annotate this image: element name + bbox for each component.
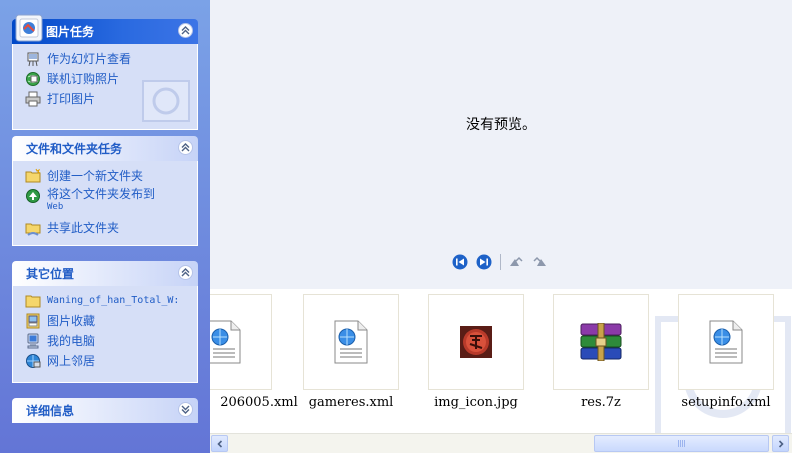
- task-pane: 图片任务 作为幻灯片查看 联机订购照片 打印图片 文件和文件夹任务 创建一个新文…: [0, 0, 210, 453]
- pictures-badge-icon: [15, 14, 43, 42]
- details-panel: 详细信息: [12, 398, 198, 423]
- task-share-folder[interactable]: 共享此文件夹: [25, 220, 197, 240]
- other-places-body: Waning_of_han_Total_W: 图片收藏 我的电脑 网上邻居: [12, 286, 198, 383]
- thumbnail-gameres-xml[interactable]: [303, 294, 399, 390]
- rotate-counterclockwise-icon[interactable]: [532, 254, 548, 270]
- picture-tasks-panel: 图片任务 作为幻灯片查看 联机订购照片 打印图片: [12, 14, 198, 130]
- xml-file-icon: [709, 320, 743, 364]
- task-label-line1: 将这个文件夹发布到: [47, 187, 156, 201]
- xml-file-icon: [334, 320, 368, 364]
- task-label: 共享此文件夹: [47, 221, 120, 235]
- network-places-icon: [26, 354, 41, 368]
- file-name: setupinfo.xml: [681, 395, 771, 410]
- collapse-chevron-icon[interactable]: [178, 140, 193, 155]
- new-folder-icon: [25, 168, 41, 183]
- collapse-chevron-icon[interactable]: [178, 265, 193, 280]
- toolbar-separator: [500, 254, 501, 270]
- task-label: 作为幻灯片查看: [47, 52, 132, 66]
- slideshow-icon: [27, 52, 39, 67]
- print-icon: [25, 91, 41, 107]
- winrar-archive-icon: [580, 323, 622, 361]
- other-places-header[interactable]: 其它位置: [12, 261, 198, 286]
- task-new-folder[interactable]: 创建一个新文件夹: [25, 168, 197, 188]
- scroll-right-button[interactable]: [772, 435, 789, 452]
- file-folder-tasks-body: 创建一个新文件夹 将这个文件夹发布到 Web 共享此文件夹: [12, 161, 198, 246]
- other-places-title: 其它位置: [26, 267, 75, 281]
- horizontal-scrollbar[interactable]: [210, 433, 792, 453]
- task-order-prints[interactable]: 联机订购照片: [25, 71, 197, 91]
- my-computer-icon: [27, 333, 39, 349]
- task-publish-web[interactable]: 将这个文件夹发布到 Web: [25, 188, 197, 220]
- scroll-left-button[interactable]: [211, 435, 228, 452]
- task-print-pictures[interactable]: 打印图片: [25, 91, 197, 111]
- thumbnail-206005-xml[interactable]: [210, 294, 272, 390]
- order-prints-icon: [26, 72, 40, 86]
- scroll-left-arrow-icon: [216, 439, 222, 448]
- scrollbar-thumb[interactable]: [594, 435, 769, 452]
- image-file-icon: [460, 326, 492, 358]
- task-label: 联机订购照片: [47, 72, 120, 86]
- task-label: Waning_of_han_Total_W:: [47, 295, 180, 306]
- filmstrip-toolbar: [452, 253, 556, 271]
- filmstrip: 206005.xml gameres.xml img_icon.jpg res.…: [210, 289, 792, 433]
- task-label: 将这个文件夹发布到 Web: [47, 188, 177, 214]
- publish-web-icon: [26, 189, 40, 203]
- no-preview-message: 没有预览。: [466, 117, 536, 133]
- scroll-right-arrow-icon: [778, 439, 784, 448]
- scrollbar-grip: [677, 440, 686, 447]
- rotate-clockwise-icon[interactable]: [508, 254, 524, 270]
- task-slideshow[interactable]: 作为幻灯片查看: [25, 51, 197, 71]
- folder-icon: [25, 295, 41, 308]
- next-image-icon[interactable]: [476, 254, 492, 270]
- place-parent-folder[interactable]: Waning_of_han_Total_W:: [25, 293, 197, 313]
- my-pictures-icon: [26, 313, 40, 329]
- share-folder-icon: [25, 223, 41, 236]
- task-label: 图片收藏: [47, 314, 96, 328]
- file-name: res.7z: [581, 395, 621, 410]
- xml-file-icon: [210, 320, 241, 364]
- task-label-line2: Web: [47, 202, 64, 212]
- task-label: 网上邻居: [47, 354, 96, 368]
- thumbnail-img-icon-jpg[interactable]: [428, 294, 524, 390]
- task-label: 打印图片: [47, 92, 96, 106]
- file-folder-tasks-header[interactable]: 文件和文件夹任务: [12, 136, 198, 161]
- details-title: 详细信息: [26, 404, 75, 418]
- thumbnail-setupinfo-xml[interactable]: [678, 294, 774, 390]
- place-my-computer[interactable]: 我的电脑: [25, 333, 197, 353]
- other-places-panel: 其它位置 Waning_of_han_Total_W: 图片收藏 我的电脑 网上…: [12, 261, 198, 383]
- collapse-chevron-icon[interactable]: [178, 23, 193, 38]
- place-network[interactable]: 网上邻居: [25, 353, 197, 373]
- picture-tasks-body: 作为幻灯片查看 联机订购照片 打印图片: [12, 44, 198, 130]
- previous-image-icon[interactable]: [452, 254, 468, 270]
- place-my-pictures[interactable]: 图片收藏: [25, 313, 197, 333]
- expand-chevron-icon[interactable]: [178, 402, 193, 417]
- details-header[interactable]: 详细信息: [12, 398, 198, 423]
- file-name: gameres.xml: [308, 395, 394, 410]
- picture-tasks-title: 图片任务: [46, 25, 95, 39]
- thumbnail-res-7z[interactable]: [553, 294, 649, 390]
- file-folder-tasks-panel: 文件和文件夹任务 创建一个新文件夹 将这个文件夹发布到 Web 共享此文件夹: [12, 136, 198, 246]
- file-folder-tasks-title: 文件和文件夹任务: [26, 142, 123, 156]
- task-label: 我的电脑: [47, 334, 96, 348]
- task-label: 创建一个新文件夹: [47, 169, 144, 183]
- file-name: img_icon.jpg: [434, 395, 518, 410]
- preview-area: 没有预览。: [210, 0, 792, 289]
